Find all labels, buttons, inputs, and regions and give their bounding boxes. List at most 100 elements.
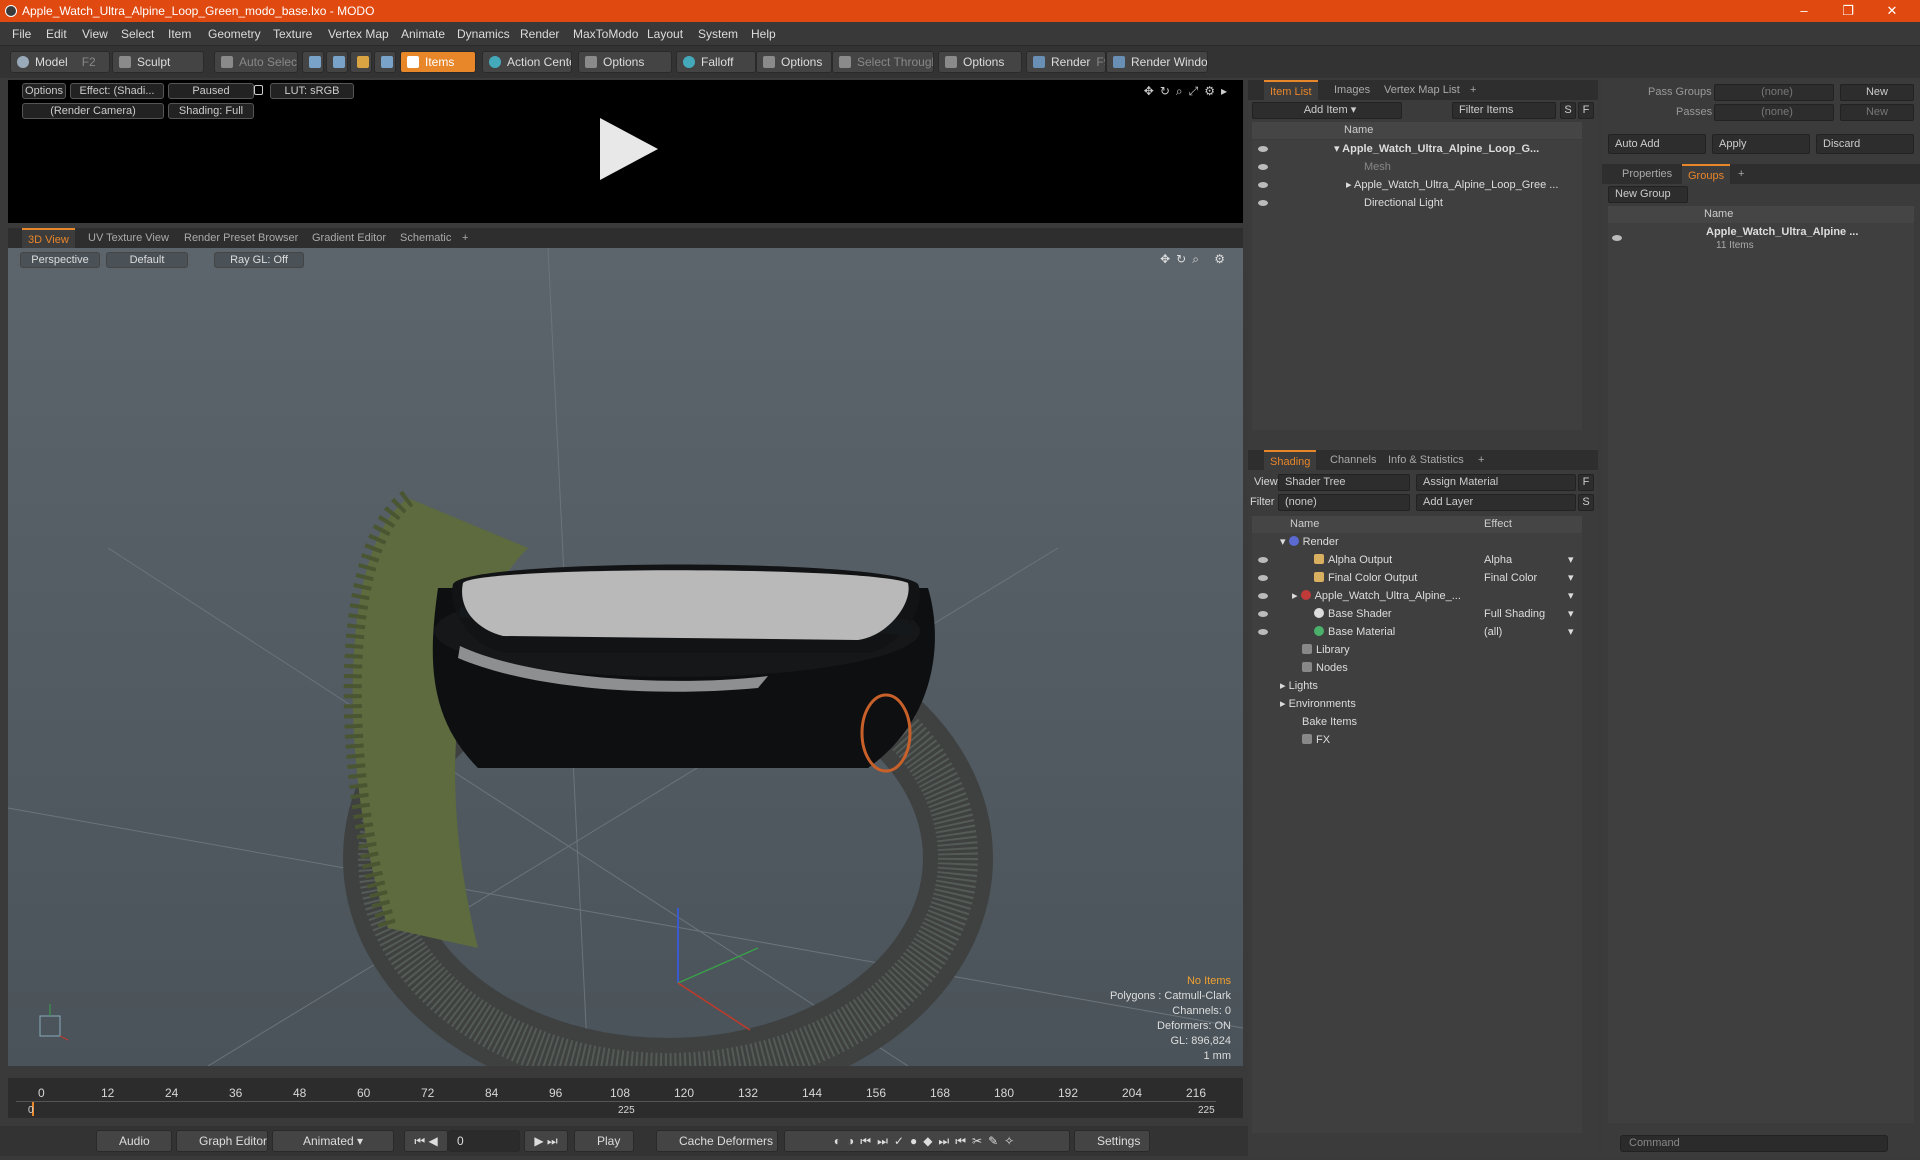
- visibility-eye-icon[interactable]: [1258, 200, 1268, 206]
- render-button[interactable]: RenderF9: [1026, 51, 1106, 73]
- new-pass-button[interactable]: New: [1840, 104, 1914, 121]
- select-through-button[interactable]: Select Through: [832, 51, 934, 73]
- preview-shading-dropdown[interactable]: Shading: Full: [168, 103, 254, 119]
- filter-s-button[interactable]: S: [1560, 102, 1576, 119]
- add-tab-button[interactable]: +: [1464, 80, 1482, 100]
- falloff-options-button[interactable]: Options: [756, 51, 832, 73]
- menu-item[interactable]: Item: [168, 27, 191, 41]
- minimize-button[interactable]: –: [1782, 0, 1826, 22]
- menu-file[interactable]: File: [12, 27, 31, 41]
- shader-row-base-material[interactable]: Base Material (all) ▾: [1252, 623, 1582, 641]
- preview-paused-toggle[interactable]: Paused: [168, 83, 254, 99]
- auto-add-button[interactable]: Auto Add: [1608, 134, 1706, 154]
- shader-row-library[interactable]: Library: [1252, 641, 1582, 659]
- lock-icon[interactable]: [254, 85, 263, 95]
- shader-row-final-color-output[interactable]: Final Color Output Final Color ▾: [1252, 569, 1582, 587]
- shader-row-base-shader[interactable]: Base Shader Full Shading ▾: [1252, 605, 1582, 623]
- vertices-mode-button[interactable]: [302, 51, 324, 73]
- shader-row-lights[interactable]: ▸ Lights: [1252, 677, 1582, 695]
- tab-info-statistics[interactable]: Info & Statistics: [1382, 450, 1470, 470]
- visibility-eye-icon[interactable]: [1258, 629, 1268, 635]
- tab-channels[interactable]: Channels: [1324, 450, 1382, 470]
- sculpt-mode-button[interactable]: Sculpt: [112, 51, 204, 73]
- polygons-mode-button[interactable]: [350, 51, 372, 73]
- visibility-eye-icon[interactable]: [1258, 557, 1268, 563]
- tab-groups[interactable]: Groups: [1682, 164, 1731, 184]
- prev-key-buttons[interactable]: ⏮ ◀: [404, 1130, 448, 1152]
- visibility-eye-icon[interactable]: [1258, 611, 1268, 617]
- items-mode-button[interactable]: Items: [400, 51, 476, 73]
- visibility-eye-icon[interactable]: [1258, 146, 1268, 152]
- shader-row-nodes[interactable]: Nodes: [1252, 659, 1582, 677]
- shader-row-render[interactable]: ▾ Render: [1252, 533, 1582, 551]
- apply-button[interactable]: Apply: [1712, 134, 1810, 154]
- preview-effect-dropdown[interactable]: Effect: (Shadi...: [70, 83, 164, 99]
- assign-material-button[interactable]: Assign Material: [1416, 474, 1576, 491]
- menu-render[interactable]: Render: [520, 27, 559, 41]
- filter-items-input[interactable]: Filter Items: [1452, 102, 1556, 119]
- render-window-button[interactable]: Render Window: [1106, 51, 1208, 73]
- animated-dropdown[interactable]: Animated ▾: [272, 1130, 394, 1152]
- tab-3d-view[interactable]: 3D View: [22, 228, 75, 248]
- item-row-mesh[interactable]: Mesh: [1252, 158, 1582, 176]
- menu-help[interactable]: Help: [751, 27, 776, 41]
- menu-edit[interactable]: Edit: [46, 27, 67, 41]
- filter-f-button[interactable]: F: [1578, 102, 1594, 119]
- tab-shading[interactable]: Shading: [1264, 450, 1317, 470]
- falloff-button[interactable]: Falloff: [676, 51, 756, 73]
- tab-schematic[interactable]: Schematic: [394, 228, 457, 248]
- new-group-button[interactable]: New Group: [1608, 186, 1688, 203]
- add-layer-dropdown[interactable]: Add Layer: [1416, 494, 1576, 511]
- item-row-directional-light[interactable]: Directional Light: [1252, 194, 1582, 212]
- tab-render-preset-browser[interactable]: Render Preset Browser: [178, 228, 304, 248]
- auto-select-button[interactable]: Auto Select: [214, 51, 298, 73]
- pass-groups-dropdown[interactable]: (none): [1714, 84, 1834, 101]
- discard-button[interactable]: Discard: [1816, 134, 1914, 154]
- tab-vertex-map-list[interactable]: Vertex Map List: [1378, 80, 1466, 100]
- select-through-options-button[interactable]: Options: [938, 51, 1022, 73]
- visibility-eye-icon[interactable]: [1612, 235, 1622, 241]
- restore-button[interactable]: ❐: [1826, 0, 1870, 22]
- shader-row-bake-items[interactable]: Bake Items: [1252, 713, 1582, 731]
- lut-dropdown[interactable]: LUT: sRGB: [270, 83, 354, 99]
- render-camera-dropdown[interactable]: (Render Camera): [22, 103, 164, 119]
- tab-images[interactable]: Images: [1328, 80, 1376, 100]
- menu-layout[interactable]: Layout: [647, 27, 683, 41]
- edges-mode-button[interactable]: [326, 51, 348, 73]
- shading-s-button[interactable]: S: [1578, 494, 1594, 511]
- cache-deformers-button[interactable]: Cache Deformers: [656, 1130, 778, 1152]
- tab-properties[interactable]: Properties: [1616, 164, 1678, 184]
- visibility-eye-icon[interactable]: [1258, 575, 1268, 581]
- menu-dynamics[interactable]: Dynamics: [457, 27, 510, 41]
- preview-options-button[interactable]: Options: [22, 83, 66, 99]
- play-button[interactable]: Play: [574, 1130, 634, 1152]
- visibility-eye-icon[interactable]: [1258, 593, 1268, 599]
- tab-gradient-editor[interactable]: Gradient Editor: [306, 228, 392, 248]
- settings-button[interactable]: Settings: [1074, 1130, 1150, 1152]
- frame-input[interactable]: 0: [448, 1130, 520, 1152]
- item-row-watch-group[interactable]: ▸ Apple_Watch_Ultra_Alpine_Loop_Gree ...: [1252, 176, 1582, 194]
- shader-row-material-group[interactable]: ▸ Apple_Watch_Ultra_Alpine_... ▾: [1252, 587, 1582, 605]
- materials-mode-button[interactable]: [374, 51, 396, 73]
- tab-uv-texture-view[interactable]: UV Texture View: [82, 228, 175, 248]
- menu-animate[interactable]: Animate: [401, 27, 445, 41]
- visibility-eye-icon[interactable]: [1258, 182, 1268, 188]
- model-mode-button[interactable]: Model F2: [10, 51, 110, 73]
- timeline-ruler[interactable]: 0 12 24 36 48 60 72 84 96 108 120 132 14…: [16, 1082, 1216, 1102]
- menu-vertex-map[interactable]: Vertex Map: [328, 27, 389, 41]
- passes-dropdown[interactable]: (none): [1714, 104, 1834, 121]
- view-dropdown[interactable]: Shader Tree: [1278, 474, 1410, 491]
- 3d-viewport[interactable]: Perspective Default Ray GL: Off ✥↻⌕ ⚙ No…: [8, 248, 1243, 1066]
- timeline[interactable]: 0 12 24 36 48 60 72 84 96 108 120 132 14…: [8, 1078, 1243, 1118]
- menu-geometry[interactable]: Geometry: [208, 27, 261, 41]
- visibility-eye-icon[interactable]: [1258, 164, 1268, 170]
- menu-select[interactable]: Select: [121, 27, 154, 41]
- shader-row-fx[interactable]: FX: [1252, 731, 1582, 749]
- item-row-scene[interactable]: ▾ Apple_Watch_Ultra_Alpine_Loop_G...: [1252, 140, 1582, 158]
- add-item-dropdown[interactable]: Add Item ▾: [1252, 102, 1402, 119]
- next-key-buttons[interactable]: ▶ ⏭: [524, 1130, 568, 1152]
- group-row[interactable]: Apple_Watch_Ultra_Alpine ... 11 Items: [1608, 223, 1914, 257]
- graph-editor-button[interactable]: Graph Editor: [176, 1130, 268, 1152]
- audio-button[interactable]: Audio: [96, 1130, 172, 1152]
- menu-texture[interactable]: Texture: [273, 27, 312, 41]
